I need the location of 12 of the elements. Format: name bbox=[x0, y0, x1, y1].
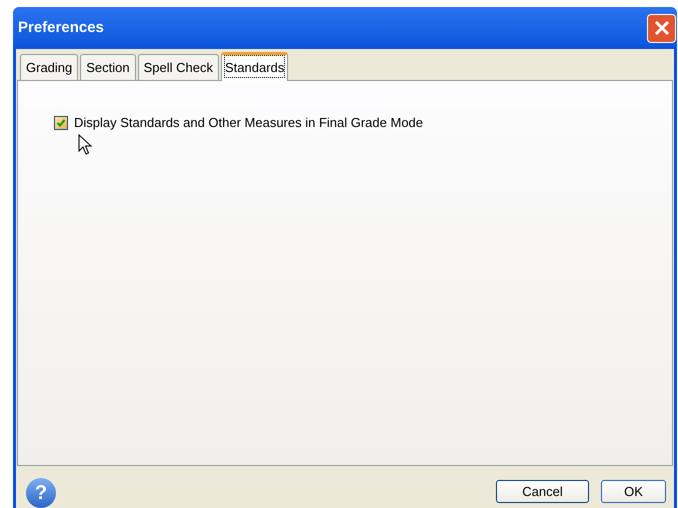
close-icon bbox=[654, 20, 670, 36]
tab[interactable]: Standards bbox=[221, 52, 288, 81]
tab[interactable]: Spell Check bbox=[138, 54, 219, 80]
dialog-button[interactable]: Cancel bbox=[496, 480, 589, 503]
mouse-pointer-icon bbox=[78, 134, 92, 156]
dialog-button[interactable]: OK bbox=[601, 480, 666, 503]
checkbox[interactable] bbox=[54, 116, 68, 130]
window-title: Preferences bbox=[18, 18, 104, 38]
tab[interactable]: Section bbox=[80, 54, 136, 80]
tab[interactable]: Grading bbox=[20, 54, 78, 80]
checkbox-label: Display Standards and Other Measures in Final Grade Mode bbox=[74, 114, 424, 132]
close-button[interactable] bbox=[647, 14, 676, 42]
